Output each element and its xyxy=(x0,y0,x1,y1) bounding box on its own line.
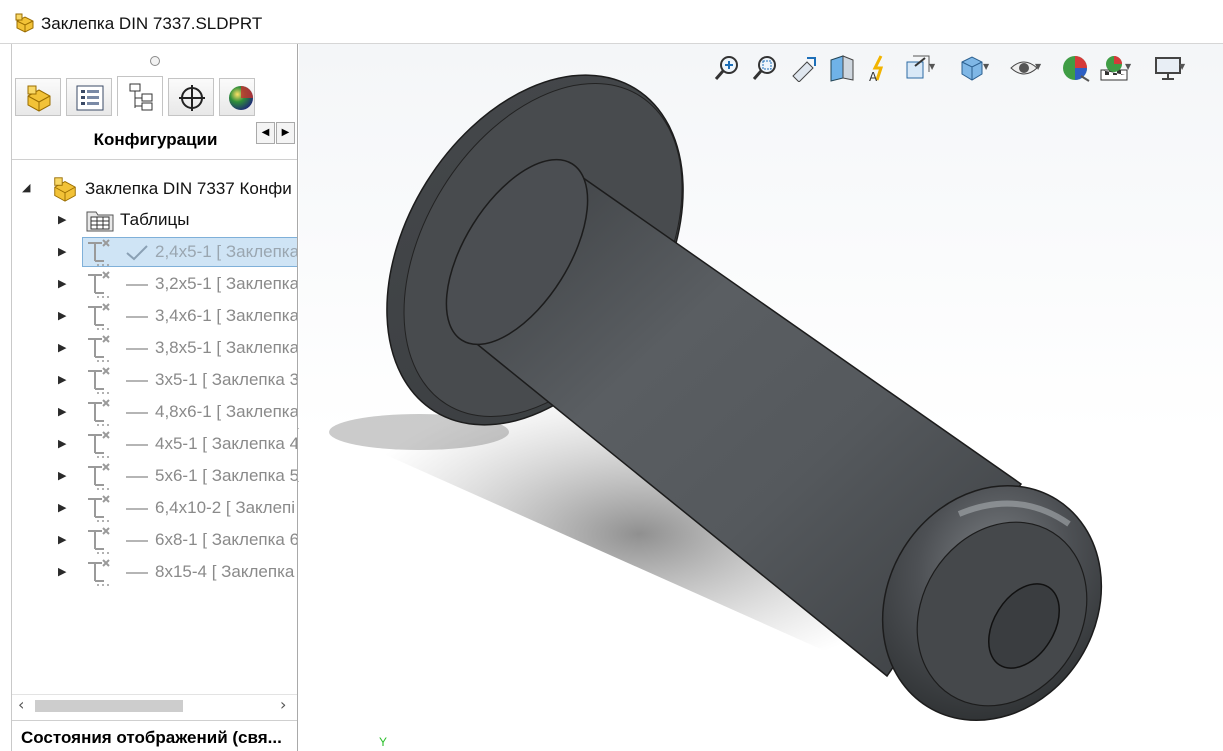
configuration-label: 3x5-1 [ Заклепка 3 xyxy=(155,370,298,389)
configuration-item[interactable]: ▶ 3,4x6-1 [ Заклепка xyxy=(12,301,298,331)
configuration-label: 6,4x10-2 [ Заклепі xyxy=(155,498,296,517)
tables-folder-icon xyxy=(86,211,114,232)
part-icon xyxy=(15,13,34,33)
inactive-dash-icon xyxy=(126,348,148,350)
display-states-label: Состояния отображений (свя... xyxy=(21,728,282,747)
configuration-label: 3,4x6-1 [ Заклепка xyxy=(155,306,298,325)
inactive-dash-icon xyxy=(126,572,148,574)
configuration-icon xyxy=(88,239,110,266)
configuration-icon xyxy=(88,495,110,522)
configuration-icon xyxy=(88,335,110,362)
title-bar: Заклепка DIN 7337.SLDPRT xyxy=(0,0,1223,44)
tree-item-label: Таблицы xyxy=(120,210,190,229)
expand-arrow-icon[interactable]: ▶ xyxy=(58,501,66,514)
configuration-item[interactable]: ▶ 6,4x10-2 [ Заклепі xyxy=(12,493,297,523)
configuration-icon xyxy=(88,559,110,586)
configuration-icon xyxy=(88,367,110,394)
expand-arrow-icon[interactable]: ▶ xyxy=(58,405,66,418)
inactive-dash-icon xyxy=(126,284,148,286)
horizontal-scrollbar[interactable]: ‹ › xyxy=(12,694,297,716)
active-check-icon xyxy=(126,245,148,261)
inactive-dash-icon xyxy=(126,444,148,446)
window-title: Заклепка DIN 7337.SLDPRT xyxy=(41,14,263,33)
configuration-label: 4x5-1 [ Заклепка 4 xyxy=(155,434,298,453)
configuration-manager-panel: ◀ ▶ Конфигурации ◢ Заклепка DIN 7337 Кон… xyxy=(11,44,298,751)
scroll-right-icon[interactable]: › xyxy=(280,695,286,714)
tree-root-label: Заклепка DIN 7337 Конфи xyxy=(85,179,292,198)
configuration-manager-tab[interactable] xyxy=(117,76,163,116)
scrollbar-thumb[interactable] xyxy=(35,700,183,712)
configuration-label: 2,4x5-1 [ Заклепка xyxy=(155,242,298,261)
configuration-item[interactable]: ▶ 8x15-4 [ Заклепка xyxy=(12,557,297,587)
configuration-item[interactable]: ▶ 3,8x5-1 [ Заклепка xyxy=(12,333,298,363)
manager-tabs: ◀ ▶ xyxy=(12,74,297,144)
inactive-dash-icon xyxy=(126,412,148,414)
configuration-item[interactable]: ▶ 6x8-1 [ Заклепка 6 xyxy=(12,525,298,555)
configuration-icon xyxy=(88,303,110,330)
appearance-sphere-icon xyxy=(229,86,253,110)
configuration-icon xyxy=(88,527,110,554)
divider xyxy=(12,159,297,160)
configuration-label: 3,2x5-1 [ Заклепка xyxy=(155,274,298,293)
configuration-label: 6x8-1 [ Заклепка 6 xyxy=(155,530,298,549)
rivet-3d-model[interactable] xyxy=(299,44,1223,751)
collapse-arrow-icon[interactable]: ◢ xyxy=(22,181,30,194)
expand-arrow-icon[interactable]: ▶ xyxy=(58,533,66,546)
configuration-icon xyxy=(88,431,110,458)
display-states-panel[interactable]: Состояния отображений (свя... xyxy=(12,720,297,751)
configuration-item[interactable]: ▶ 2,4x5-1 [ Заклепка xyxy=(12,237,298,267)
configuration-icon xyxy=(88,463,110,490)
graphics-viewport[interactable]: A ▼ ▼ ▼ ▼ ▼ Y xyxy=(299,44,1223,751)
display-manager-tab[interactable] xyxy=(219,78,255,116)
inactive-dash-icon xyxy=(126,380,148,382)
configuration-item[interactable]: ▶ 5x6-1 [ Заклепка 5 xyxy=(12,461,298,491)
expand-arrow-icon[interactable]: ▶ xyxy=(58,437,66,450)
section-title: Конфигурации xyxy=(93,130,218,149)
part-icon xyxy=(27,85,51,112)
configuration-item[interactable]: ▶ 3x5-1 [ Заклепка 3 xyxy=(12,365,298,395)
expand-arrow-icon[interactable]: ▶ xyxy=(58,341,66,354)
configuration-item[interactable]: ▶ 4,8x6-1 [ Заклепка xyxy=(12,397,298,427)
expand-arrow-icon[interactable]: ▶ xyxy=(58,309,66,322)
feature-manager-tab[interactable] xyxy=(15,78,61,116)
y-axis-label: Y xyxy=(379,735,388,749)
expand-arrow-icon[interactable]: ▶ xyxy=(58,565,66,578)
tree-item-tables[interactable]: ▶ Таблицы xyxy=(12,205,297,235)
configuration-label: 4,8x6-1 [ Заклепка xyxy=(155,402,298,421)
configuration-icon xyxy=(88,271,110,298)
expand-arrow-icon[interactable]: ▶ xyxy=(58,277,66,290)
expand-arrow-icon[interactable]: ▶ xyxy=(58,469,66,482)
dimxpert-tab[interactable] xyxy=(168,78,214,116)
configuration-tree-icon xyxy=(129,83,153,111)
configuration-label: 5x6-1 [ Заклепка 5 xyxy=(155,466,298,485)
inactive-dash-icon xyxy=(126,540,148,542)
scroll-left-icon[interactable]: ‹ xyxy=(18,695,24,714)
property-manager-tab[interactable] xyxy=(66,78,112,116)
configuration-label: 3,8x5-1 [ Заклепка xyxy=(155,338,298,357)
inactive-dash-icon xyxy=(126,508,148,510)
configuration-item[interactable]: ▶ 4x5-1 [ Заклепка 4 xyxy=(12,429,298,459)
inactive-dash-icon xyxy=(126,316,148,318)
configuration-item[interactable]: ▶ 3,2x5-1 [ Заклепка xyxy=(12,269,298,299)
panel-splitter-handle[interactable] xyxy=(150,56,160,66)
crosshair-icon xyxy=(179,85,205,111)
property-list-icon xyxy=(76,85,104,111)
expand-arrow-icon[interactable]: ▶ xyxy=(58,213,66,226)
expand-arrow-icon[interactable]: ▶ xyxy=(58,245,66,258)
tree-root-item[interactable]: ◢ Заклепка DIN 7337 Конфи xyxy=(12,173,297,203)
configuration-icon xyxy=(88,399,110,426)
configuration-label: 8x15-4 [ Заклепка xyxy=(155,562,295,581)
inactive-dash-icon xyxy=(126,476,148,478)
expand-arrow-icon[interactable]: ▶ xyxy=(58,373,66,386)
part-icon xyxy=(54,177,76,202)
